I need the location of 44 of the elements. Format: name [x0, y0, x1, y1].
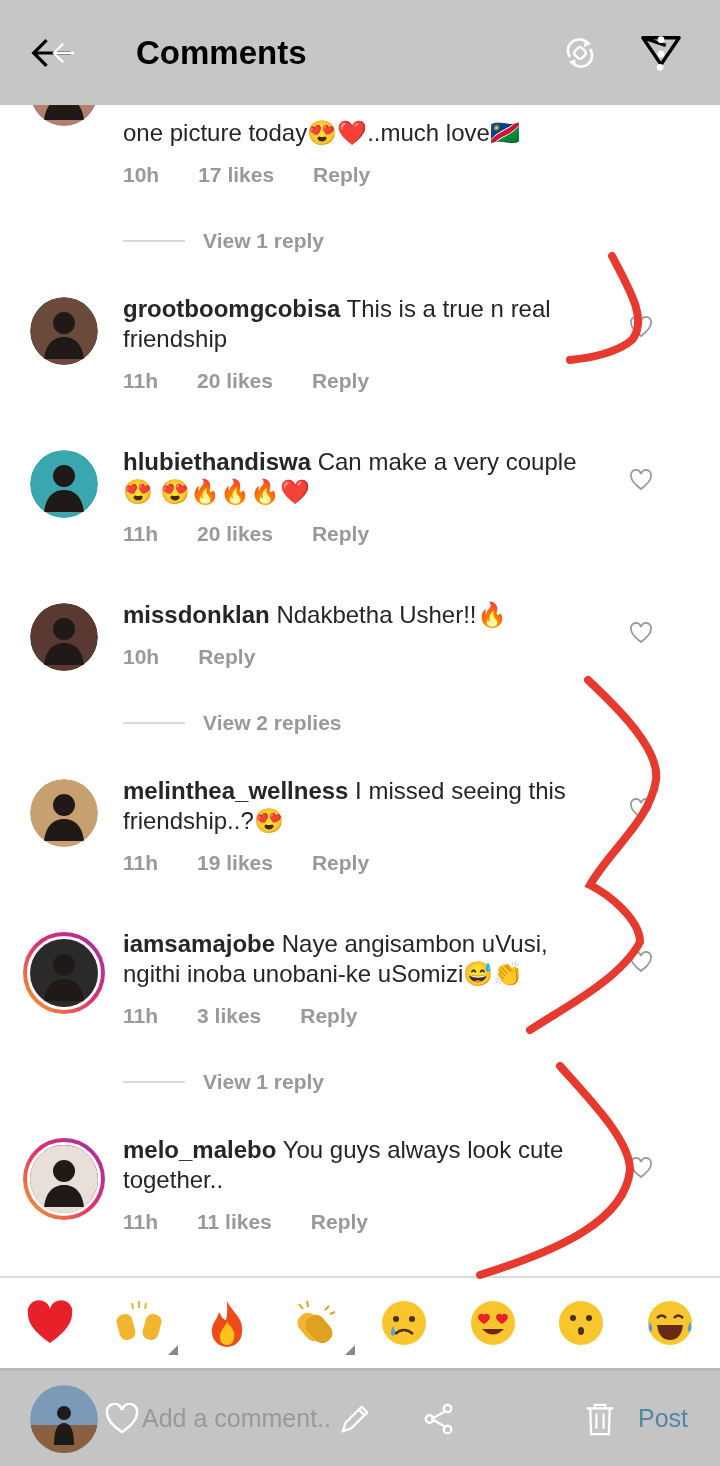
- likes-count[interactable]: 19 likes: [197, 848, 273, 878]
- comment-text: one picture today😍❤..much love🇳🇦: [123, 118, 521, 148]
- reply-link[interactable]: Reply: [311, 519, 370, 549]
- timestamp: 11h: [123, 1209, 159, 1235]
- reply-link[interactable]: Reply: [198, 642, 256, 672]
- comment-text: iamsamajobe Naye angisambon uVusi, ngithi inoba unobani-ke uSomizi😅👏: [123, 929, 549, 989]
- comment-text: melo_malebo You guys always look cute together..: [123, 1135, 565, 1195]
- likes-count[interactable]: 20 likes: [197, 366, 273, 396]
- timestamp: 11h: [123, 521, 159, 547]
- timestamp: 10h: [123, 644, 160, 670]
- avatar[interactable]: [30, 779, 98, 847]
- variant-indicator-icon: [344, 1345, 355, 1355]
- reply-link[interactable]: Reply: [311, 848, 370, 878]
- timestamp: 11h: [123, 1003, 159, 1029]
- variant-indicator-icon: [167, 1345, 178, 1355]
- screen-title: Comments: [136, 33, 308, 72]
- heart-icon[interactable]: [629, 316, 653, 338]
- heart-icon[interactable]: [629, 622, 653, 644]
- view-replies-link[interactable]: View 1 reply: [203, 1070, 325, 1094]
- comment-text: hlubiethandiswa Can make a very couple 😍 😍🔥🔥🔥❤: [123, 447, 578, 507]
- reply-link[interactable]: Reply: [310, 1207, 368, 1237]
- reply-link[interactable]: Reply: [300, 1001, 358, 1031]
- timestamp: 11h: [123, 368, 159, 394]
- timestamp: 11h: [123, 850, 159, 876]
- view-replies-link[interactable]: View 2 replies: [203, 711, 342, 735]
- avatar: [30, 1384, 98, 1453]
- avatar[interactable]: [30, 297, 98, 365]
- likes-count[interactable]: 17 likes: [198, 160, 275, 190]
- post-button[interactable]: Post: [638, 1404, 689, 1433]
- comment-text: missdonklan Ndakbetha Usher!!🔥: [123, 600, 508, 630]
- heart-icon[interactable]: [629, 1157, 653, 1179]
- likes-count[interactable]: 20 likes: [197, 519, 273, 549]
- reply-link[interactable]: Reply: [311, 366, 370, 396]
- heart-icon[interactable]: [629, 951, 653, 973]
- timestamp: 10h: [123, 162, 160, 188]
- avatar[interactable]: [30, 450, 98, 518]
- avatar[interactable]: [30, 603, 98, 671]
- comment-text: grootboomgcobisa This is a true n real friendship: [123, 294, 552, 354]
- comment-text: melinthea_wellness I missed seeing this friendship..?😍: [123, 776, 567, 836]
- view-replies-link[interactable]: View 1 reply: [203, 229, 325, 253]
- likes-count[interactable]: 11 likes: [197, 1207, 272, 1237]
- heart-icon[interactable]: [629, 469, 653, 491]
- likes-count[interactable]: 3 likes: [197, 1001, 262, 1031]
- reply-link[interactable]: Reply: [313, 160, 371, 190]
